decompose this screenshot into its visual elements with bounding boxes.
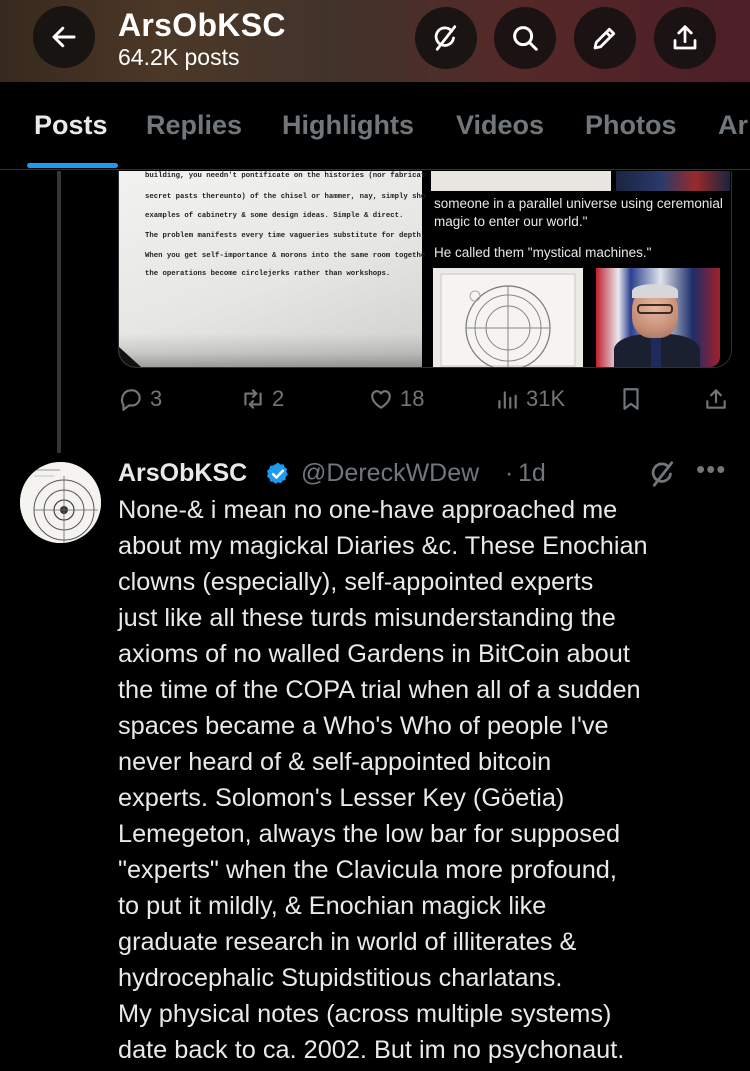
share-button[interactable] <box>654 7 716 69</box>
repost-button[interactable]: 2 <box>240 386 284 412</box>
profile-header <box>0 0 750 82</box>
profile-tabs: Posts Replies Highlights Videos Photos A… <box>0 82 750 170</box>
tab-posts[interactable]: Posts <box>34 110 108 141</box>
typed-line: the operations become circlejerks rather… <box>145 270 391 278</box>
reply-button[interactable]: 3 <box>118 386 162 412</box>
typed-line: building, you needn't pontificate on the… <box>145 172 430 180</box>
quoted-text: someone in a parallel universe using cer… <box>434 196 723 229</box>
sigil-diagram-image <box>433 268 583 367</box>
bookmark-icon <box>623 388 639 410</box>
grok-icon[interactable] <box>648 459 678 489</box>
tweet-text-line: My physical notes (across multiple syste… <box>118 1000 612 1028</box>
tweet-timestamp[interactable]: 1d <box>518 459 546 488</box>
person-photo <box>596 268 720 367</box>
verified-badge-icon[interactable] <box>265 461 291 487</box>
tab-videos[interactable]: Videos <box>456 110 544 141</box>
header-post-count: 64.2K posts <box>118 44 240 70</box>
typed-page-image[interactable]: building, you needn't pontificate on the… <box>119 171 434 367</box>
avatar[interactable] <box>20 462 101 543</box>
author-handle[interactable]: @DereckWDew <box>301 459 479 488</box>
tweet-text-line: experts. Solomon's Lesser Key (Göetia) <box>118 784 565 812</box>
views-icon <box>498 391 517 409</box>
tweet-text-line: None-& i mean no one-have approached me <box>118 496 618 524</box>
tweet-text-line: axioms of no walled Gardens in BitCoin a… <box>118 640 630 668</box>
like-count: 18 <box>400 386 425 411</box>
tab-photos[interactable]: Photos <box>585 110 677 141</box>
typed-line: The problem manifests every time vagueri… <box>145 232 426 240</box>
share-tweet-button[interactable] <box>703 386 729 412</box>
tab-replies[interactable]: Replies <box>146 110 242 141</box>
header-name: ArsObKSC <box>118 7 286 43</box>
meta-separator: · <box>505 459 514 487</box>
paper-fold <box>119 347 141 367</box>
tweet-text-line: just like all these turds misunderstandi… <box>118 604 616 632</box>
tab-highlights[interactable]: Highlights <box>282 110 414 141</box>
tweet-text-line: Lemegeton, always the low bar for suppos… <box>118 820 621 848</box>
tweet-text-line: graduate research in world of illiterate… <box>118 928 577 956</box>
tweet-text-line: to put it mildly, & Enochian magick like <box>118 892 547 920</box>
active-tab-indicator <box>27 163 118 168</box>
article-clipping-image <box>431 171 611 191</box>
tweet-text-line: about my magickal Diaries &c. These Enoc… <box>118 532 648 560</box>
person-hair <box>632 284 678 298</box>
arrow-left-icon <box>52 26 76 48</box>
more-options-button[interactable]: ••• <box>696 454 726 485</box>
share-icon <box>706 389 726 409</box>
repost-icon <box>244 389 262 409</box>
tweet-text-line: hydrocephalic Stupidstitious charlatans. <box>118 964 563 992</box>
share-icon <box>673 25 697 50</box>
grok-icon <box>434 25 457 51</box>
person-glasses <box>637 304 673 314</box>
pencil-icon <box>593 27 616 50</box>
bookmark-button[interactable] <box>618 386 644 412</box>
tweet-actions: 3 2 18 31K <box>118 386 730 418</box>
tab-articles[interactable]: Ar <box>718 110 748 141</box>
quoted-text: He called them "mystical machines." <box>434 245 652 260</box>
typed-line: When you get self-importance & morons in… <box>145 252 435 260</box>
tweet-text-line: date back to ca. 2002. But im no psychon… <box>118 1036 625 1064</box>
tweet-text-line: "experts" when the Clavicula more profou… <box>118 856 617 884</box>
views-count: 31K <box>526 386 566 411</box>
paper-shadow <box>119 333 422 367</box>
search-icon <box>513 26 538 51</box>
typed-line: examples of cabinetry & some design idea… <box>145 212 404 220</box>
tweet-text: None-& i mean no one-have approached me … <box>118 492 738 1068</box>
quoted-article-image[interactable]: someone in a parallel universe using cer… <box>426 171 731 367</box>
article-header-image <box>616 171 730 191</box>
tweet-header: ArsObKSC @DereckWDew · 1d ••• <box>118 454 730 492</box>
tweet-text-line: never heard of & self-appointed bitcoin <box>118 748 552 776</box>
views-button[interactable]: 31K <box>494 386 565 412</box>
person-tie <box>651 336 661 367</box>
like-button[interactable]: 18 <box>368 386 424 412</box>
reply-count: 3 <box>150 386 163 411</box>
typed-line: secret pasts thereunto) of the chisel or… <box>145 193 430 201</box>
grok-button[interactable] <box>415 7 477 69</box>
sigil-icon <box>440 273 576 367</box>
edit-button[interactable] <box>574 7 636 69</box>
heart-icon <box>371 390 391 409</box>
tweet-text-line: clowns (especially), self-appointed expe… <box>118 568 594 596</box>
tweet-text-line: the time of the COPA trial when all of a… <box>118 676 641 704</box>
author-name[interactable]: ArsObKSC <box>118 459 247 488</box>
tweet-text-line: spaces became a Who's Who of people I've <box>118 712 609 740</box>
back-button[interactable] <box>33 6 95 68</box>
tweet-media[interactable]: building, you needn't pontificate on the… <box>118 171 732 368</box>
header-title-block: ArsObKSC 64.2K posts <box>118 6 286 70</box>
search-button[interactable] <box>494 7 556 69</box>
repost-count: 2 <box>272 386 285 411</box>
thread-line <box>57 171 61 453</box>
reply-icon <box>120 389 141 411</box>
avatar-sigil-icon <box>20 462 101 543</box>
